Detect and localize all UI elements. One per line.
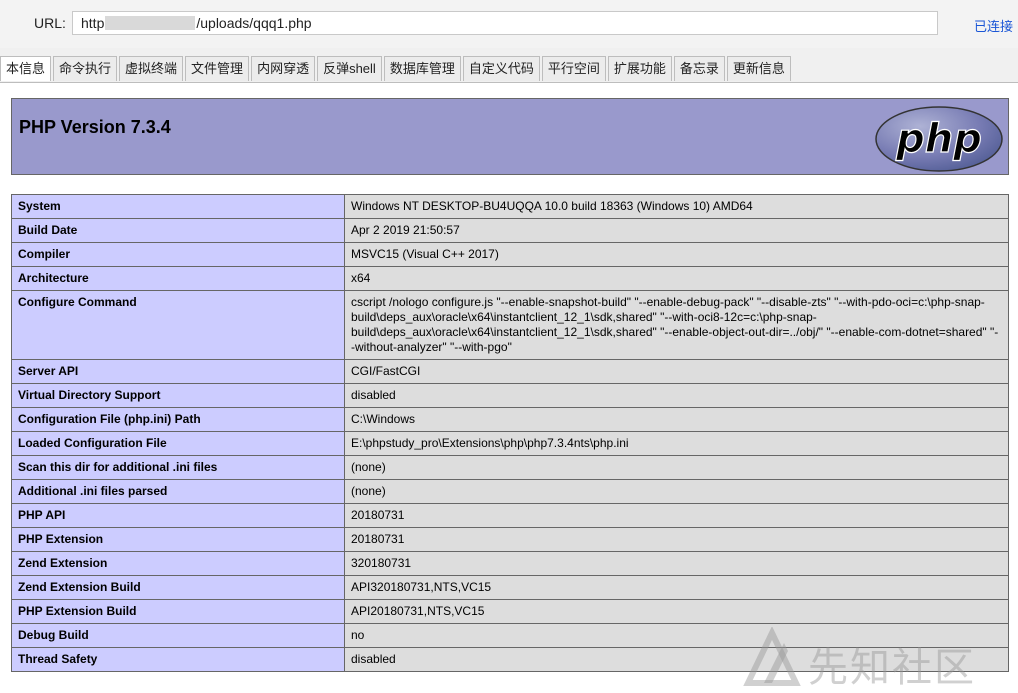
tab-8[interactable]: 平行空间 (541, 56, 606, 81)
url-input[interactable]: http/uploads/qqq1.php (72, 11, 938, 35)
table-row: Zend Extension Build API320180731,NTS,VC1… (11, 575, 1009, 600)
tab-10[interactable]: 备忘录 (673, 56, 725, 81)
row-key: Debug Build (11, 623, 345, 648)
row-key: Zend Extension Build (11, 575, 345, 600)
row-key: Configuration File (php.ini) Path (11, 407, 345, 432)
table-row: Configure Command cscript /nologo configu… (11, 290, 1009, 360)
table-row: PHP API 20180731 (11, 503, 1009, 528)
tab-9[interactable]: 扩展功能 (607, 56, 672, 81)
row-value: 20180731 (344, 527, 1009, 552)
row-value: x64 (344, 266, 1009, 291)
tab-2[interactable]: 虚拟终端 (119, 56, 184, 81)
tab-5[interactable]: 反弹shell (317, 56, 382, 81)
php-version-header: PHP Version 7.3.4 php (11, 98, 1009, 175)
row-key: Scan this dir for additional .ini files (11, 455, 345, 480)
connection-status-link[interactable]: 已连接 (974, 16, 1013, 35)
table-row: Server API CGI/FastCGI (11, 359, 1009, 384)
table-row: PHP Extension 20180731 (11, 527, 1009, 552)
row-value: (none) (344, 479, 1009, 504)
tab-1[interactable]: 命令执行 (53, 56, 118, 81)
row-value: 20180731 (344, 503, 1009, 528)
row-value: 320180731 (344, 551, 1009, 576)
table-row: Additional .ini files parsed (none) (11, 479, 1009, 504)
row-key: Build Date (11, 218, 345, 243)
url-label: URL: (34, 15, 66, 31)
row-value: cscript /nologo configure.js "--enable-s… (344, 290, 1009, 360)
row-key: Virtual Directory Support (11, 383, 345, 408)
table-row: Zend Extension 320180731 (11, 551, 1009, 576)
row-value: API320180731,NTS,VC15 (344, 575, 1009, 600)
tab-6[interactable]: 数据库管理 (383, 56, 461, 81)
table-row: System Windows NT DESKTOP-BU4UQQA 10.0 bu… (11, 194, 1009, 219)
row-value: Apr 2 2019 21:50:57 (344, 218, 1009, 243)
tab-bar: 本信息 命令执行 虚拟终端 文件管理 内网穿透 反弹shell 数据库管理 自定义代码 平行空间… (0, 56, 793, 82)
row-value: MSVC15 (Visual C++ 2017) (344, 242, 1009, 267)
row-key: Additional .ini files parsed (11, 479, 345, 504)
row-key: Architecture (11, 266, 345, 291)
row-key: PHP Extension Build (11, 599, 345, 624)
php-logo: php (875, 106, 1003, 172)
info-table: System Windows NT DESKTOP-BU4UQQA 10.0 bu… (11, 194, 1009, 672)
row-value: (none) (344, 455, 1009, 480)
row-key: PHP API (11, 503, 345, 528)
row-value: C:\Windows (344, 407, 1009, 432)
row-key: Compiler (11, 242, 345, 267)
row-key: Configure Command (11, 290, 345, 360)
row-key: PHP Extension (11, 527, 345, 552)
table-row: Compiler MSVC15 (Visual C++ 2017) (11, 242, 1009, 267)
table-row: Configuration File (php.ini) Path C:\Wind… (11, 407, 1009, 432)
row-key: Loaded Configuration File (11, 431, 345, 456)
row-key: Zend Extension (11, 551, 345, 576)
row-value: Windows NT DESKTOP-BU4UQQA 10.0 build 18… (344, 194, 1009, 219)
table-row: PHP Extension Build API20180731,NTS,VC15 (11, 599, 1009, 624)
table-row: Loaded Configuration File E:\phpstudy_pro… (11, 431, 1009, 456)
redacted-host-mask (105, 16, 196, 30)
url-bar: URL: http/uploads/qqq1.php 已连接 (0, 0, 1018, 48)
table-row: Architecture x64 (11, 266, 1009, 291)
url-suffix: /uploads/qqq1.php (196, 15, 312, 31)
row-value: CGI/FastCGI (344, 359, 1009, 384)
page-title: PHP Version 7.3.4 (19, 117, 171, 137)
tab-4[interactable]: 内网穿透 (251, 56, 316, 81)
row-key: System (11, 194, 345, 219)
row-value: E:\phpstudy_pro\Extensions\php\php7.3.4n… (344, 431, 1009, 456)
tab-11[interactable]: 更新信息 (726, 56, 791, 81)
table-row: Build Date Apr 2 2019 21:50:57 (11, 218, 1009, 243)
watermark-logo-icon (743, 626, 801, 686)
url-text: http/uploads/qqq1.php (81, 15, 312, 31)
table-row: Virtual Directory Support disabled (11, 383, 1009, 408)
phpinfo-panel: PHP Version 7.3.4 php System Windows NT D… (0, 83, 1018, 693)
tab-0[interactable]: 本信息 (0, 56, 52, 81)
tab-7[interactable]: 自定义代码 (462, 56, 540, 81)
watermark-text: 先知社区 (808, 645, 976, 691)
row-value: API20180731,NTS,VC15 (344, 599, 1009, 624)
url-prefix: http (81, 15, 105, 31)
row-key: Server API (11, 359, 345, 384)
row-value: disabled (344, 383, 1009, 408)
php-logo-text: php (895, 116, 982, 162)
row-key: Thread Safety (11, 647, 345, 672)
tab-3[interactable]: 文件管理 (185, 56, 250, 81)
watermark: 先知社区 (742, 626, 1012, 691)
table-row: Scan this dir for additional .ini files(… (11, 455, 1009, 480)
